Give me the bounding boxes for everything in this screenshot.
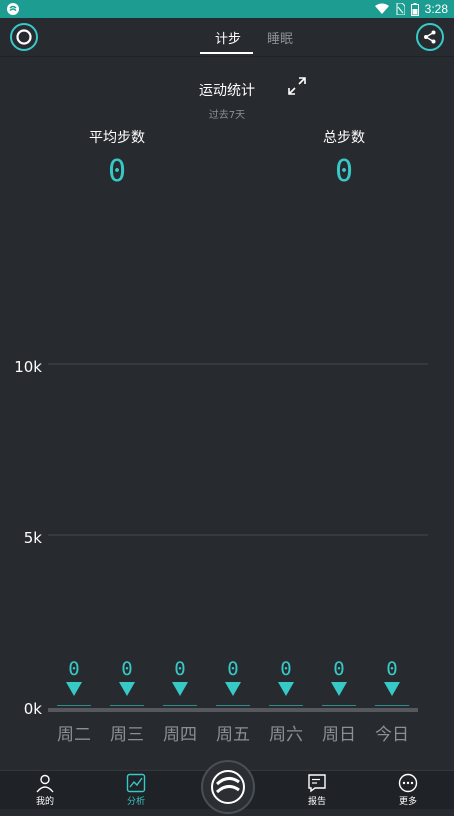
expand-icon[interactable] (288, 77, 306, 95)
bar (375, 705, 409, 706)
bar-marker (278, 682, 294, 696)
sync-button[interactable] (10, 23, 38, 51)
chart-icon (126, 773, 146, 793)
chart-baseline (48, 708, 418, 712)
nav-item-mine[interactable]: 我的 (23, 773, 67, 807)
bar-marker (331, 682, 347, 696)
bar-marker (225, 682, 241, 696)
report-icon (308, 774, 326, 793)
center-start-button[interactable] (201, 760, 255, 814)
status-bar: 3:28 (0, 0, 454, 18)
data-label: 0 (333, 658, 344, 680)
bar (269, 705, 303, 706)
nav-item-analysis[interactable]: 分析 (114, 773, 158, 807)
page-title: 运动统计 (199, 83, 255, 99)
x-tick-label: 周六 (269, 725, 303, 745)
x-tick-label: 今日 (375, 725, 409, 745)
person-icon (36, 774, 54, 793)
bar-marker (172, 682, 188, 696)
sync-icon (16, 29, 32, 45)
brand-logo-icon (211, 770, 245, 804)
data-label: 0 (280, 658, 291, 680)
page-subtitle: 过去7天 (208, 110, 246, 121)
sim-icon (396, 3, 405, 15)
bar (322, 705, 356, 706)
x-tick-label: 周二 (57, 725, 91, 745)
tab-steps[interactable]: 计步 (215, 28, 241, 47)
steps-chart: 10k 5k 0k 0 周二 0 周三 0 周四 0 周五 0 周六 0 周日 0 今日 (14, 358, 428, 745)
bar-marker (119, 682, 135, 696)
data-label: 0 (227, 658, 238, 680)
nav-label-analysis: 分析 (126, 797, 145, 807)
bar-marker (66, 682, 82, 696)
share-icon (424, 30, 436, 44)
app-notification-icon (7, 3, 19, 15)
data-label: 0 (121, 658, 132, 680)
bar (110, 705, 144, 706)
x-tick-label: 周三 (110, 725, 144, 745)
nav-item-more[interactable]: 更多 (386, 773, 430, 807)
data-label: 0 (386, 658, 397, 680)
y-tick-label: 10k (14, 358, 42, 376)
bar (163, 705, 197, 706)
x-tick-label: 周五 (216, 725, 250, 745)
nav-label-report: 报告 (307, 797, 326, 807)
total-steps-value: 0 (334, 154, 354, 189)
nav-item-report[interactable]: 报告 (295, 773, 339, 807)
active-tab-indicator (200, 52, 253, 54)
avg-steps-value: 0 (107, 154, 127, 189)
x-tick-label: 周四 (163, 725, 197, 745)
more-icon (398, 773, 418, 793)
avg-steps-label: 平均步数 (89, 130, 145, 146)
share-button[interactable] (416, 23, 444, 51)
data-label: 0 (68, 658, 79, 680)
battery-icon (410, 2, 419, 16)
data-label: 0 (174, 658, 185, 680)
y-tick-label: 5k (24, 529, 43, 547)
bar-marker (384, 682, 400, 696)
top-bar: 计步 睡眠 (0, 18, 454, 57)
bar (57, 705, 91, 706)
nav-label-mine: 我的 (35, 797, 54, 807)
nav-label-more: 更多 (398, 797, 417, 807)
y-tick-label: 0k (24, 700, 43, 718)
bar (216, 705, 250, 706)
status-time: 3:28 (424, 2, 448, 16)
x-tick-label: 周日 (322, 725, 356, 745)
tab-sleep[interactable]: 睡眠 (267, 28, 293, 47)
total-steps-label: 总步数 (323, 130, 365, 146)
wifi-icon (374, 3, 389, 14)
